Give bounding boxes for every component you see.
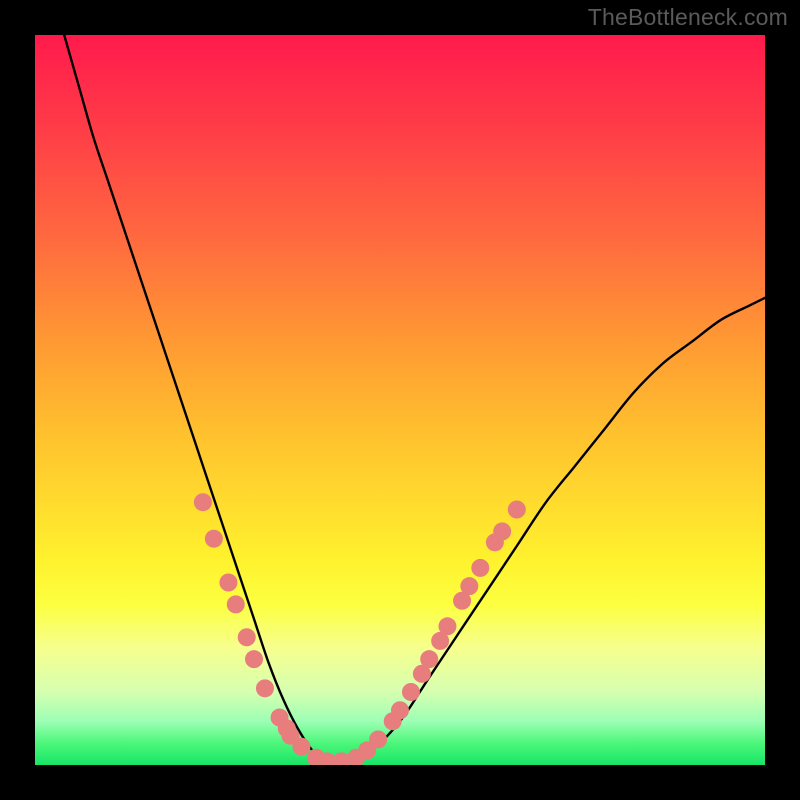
plot-area	[35, 35, 765, 765]
curve-marker	[227, 595, 245, 613]
curve-marker	[205, 530, 223, 548]
curve-marker	[194, 493, 212, 511]
curve-marker	[402, 683, 420, 701]
curve-marker	[369, 730, 387, 748]
curve-markers	[194, 493, 526, 765]
curve-marker	[238, 628, 256, 646]
curve-marker	[438, 617, 456, 635]
curve-marker	[471, 559, 489, 577]
curve-marker	[256, 679, 274, 697]
curve-svg	[35, 35, 765, 765]
curve-marker	[508, 501, 526, 519]
chart-frame: TheBottleneck.com	[0, 0, 800, 800]
curve-marker	[219, 574, 237, 592]
curve-marker	[292, 738, 310, 756]
curve-marker	[493, 522, 511, 540]
curve-marker	[245, 650, 263, 668]
curve-marker	[460, 577, 478, 595]
watermark-text: TheBottleneck.com	[588, 4, 788, 31]
bottleneck-curve-path	[64, 35, 765, 763]
curve-marker	[391, 701, 409, 719]
curve-marker	[420, 650, 438, 668]
